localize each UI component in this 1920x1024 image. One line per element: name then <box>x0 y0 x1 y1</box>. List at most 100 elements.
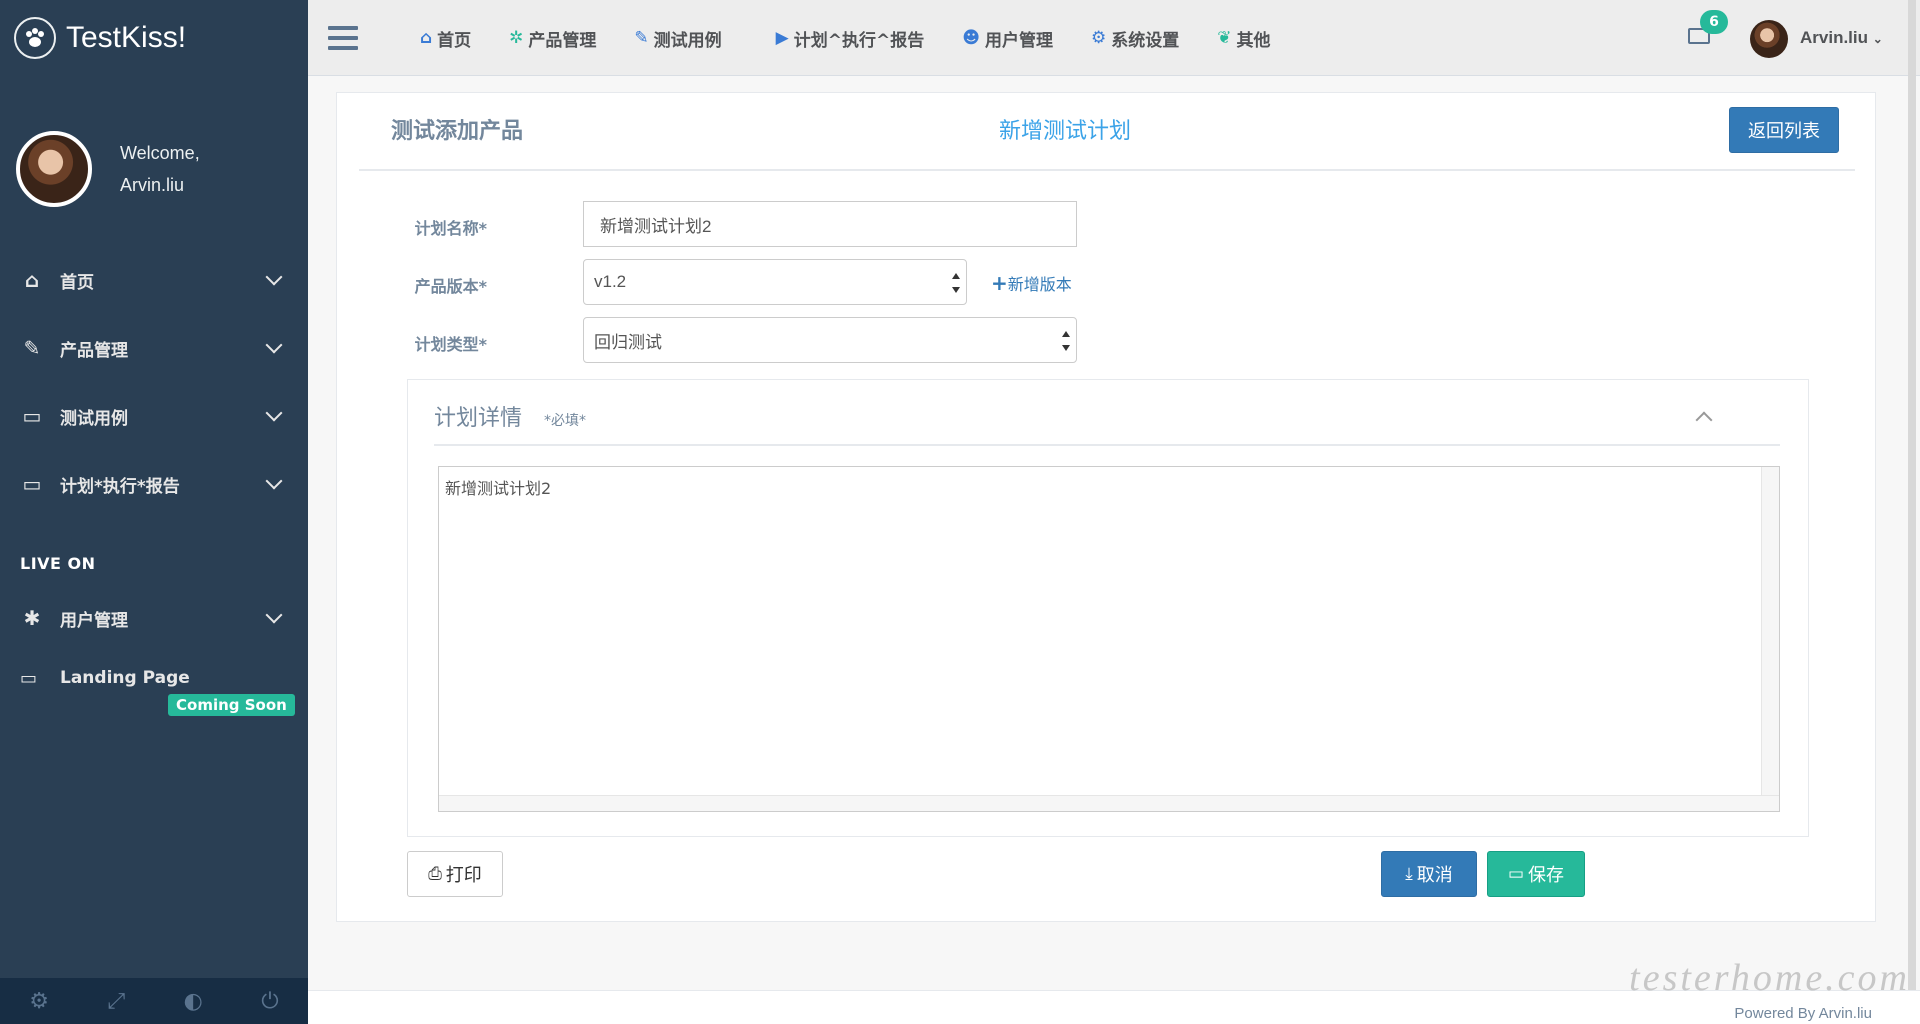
paw-icon <box>14 17 56 59</box>
chevron-down-icon <box>265 404 283 422</box>
eye-slash-icon[interactable]: ◐ <box>184 989 203 1014</box>
desktop-icon: ▭ <box>22 472 42 496</box>
sidebar-item-testcases[interactable]: ▭ 测试用例 <box>0 382 308 450</box>
panel-header: 测试添加产品 新增测试计划 返回列表 <box>359 93 1855 171</box>
gear-icon[interactable]: ⚙ <box>29 989 49 1014</box>
avatar <box>16 131 92 207</box>
plan-detail-header: 计划详情 *必填* <box>434 380 1780 446</box>
watermark: testerhome.com <box>1629 957 1910 999</box>
page-scrollbar[interactable] <box>1908 0 1916 990</box>
plan-type-select[interactable]: 回归测试 <box>583 317 1077 363</box>
plan-detail-editor[interactable]: 新增测试计划2 <box>438 466 1780 812</box>
select-arrows-icon <box>1062 331 1070 351</box>
plan-detail-box: 计划详情 *必填* 新增测试计划2 <box>407 379 1809 837</box>
laptop-icon: ▭ <box>20 668 38 689</box>
top-nav: ⌂ 首页 ✲ 产品管理 ✎ 测试用例 ▶ 计划^执行^报告 ☻ 用户管理 ⚙ 系统设置 ❦ 其… <box>308 0 1920 76</box>
chevron-down-icon <box>265 606 283 624</box>
nav-item-label: 系统设置 <box>1111 30 1180 51</box>
coming-soon-badge: Coming Soon <box>168 694 295 716</box>
menu-toggle-icon[interactable] <box>328 26 358 50</box>
plan-detail-content: 新增测试计划2 <box>445 479 552 498</box>
nav-item-label: 其他 <box>1236 30 1271 51</box>
chevron-up-icon[interactable] <box>1695 411 1713 429</box>
mail-count-badge: 6 <box>1700 10 1728 34</box>
desktop-icon: ▭ <box>22 404 42 428</box>
sidebar-item-landing[interactable]: ▭ Landing Page Coming Soon <box>0 652 308 742</box>
user-name: Arvin.liu <box>1800 28 1869 47</box>
plan-name-value: 新增测试计划2 <box>600 216 712 236</box>
select-arrows-icon <box>952 273 960 293</box>
nav-item-label: 测试用例 <box>653 30 722 51</box>
nav-item-product[interactable]: ✲ 产品管理 <box>509 26 596 51</box>
fullscreen-icon[interactable]: ⤢ <box>107 989 125 1014</box>
sidebar-item-label: 测试用例 <box>60 408 128 429</box>
content-panel: 测试添加产品 新增测试计划 返回列表 计划名称* 新增测试计划2 产品版本* v… <box>336 92 1876 922</box>
home-icon: ⌂ <box>420 28 433 48</box>
plan-name-label: 计划名称* <box>414 219 487 238</box>
cancel-button[interactable]: ⤓ 取消 <box>1381 851 1477 897</box>
nav-item-home[interactable]: ⌂ 首页 <box>420 26 471 51</box>
nav-item-settings[interactable]: ⚙ 系统设置 <box>1091 26 1179 51</box>
add-version-label: 新增版本 <box>1007 275 1072 294</box>
nav-item-other[interactable]: ❦ 其他 <box>1217 26 1270 51</box>
section-title: LIVE ON <box>20 554 96 573</box>
plan-type-label: 计划类型* <box>414 335 487 354</box>
sidebar-item-users[interactable]: ✱ 用户管理 <box>0 584 308 652</box>
edit-icon: ✎ <box>23 336 41 360</box>
chevron-down-icon: ⌄ <box>1872 32 1883 46</box>
brand[interactable]: TestKiss! <box>0 0 308 76</box>
nav-item-users[interactable]: ☻ 用户管理 <box>962 26 1053 51</box>
download-icon: ⤓ <box>1405 864 1413 884</box>
leaf-icon: ❦ <box>1217 28 1232 48</box>
sidebar-item-label: 产品管理 <box>60 340 128 361</box>
side-menu: ⌂ 首页 ✎ 产品管理 ▭ 测试用例 ▭ 计划*执行*报告 <box>0 246 308 518</box>
sidebar-item-plan[interactable]: ▭ 计划*执行*报告 <box>0 450 308 518</box>
power-icon[interactable]: ⏻ <box>261 989 278 1014</box>
print-label: 打印 <box>445 865 482 886</box>
user-menu[interactable]: Arvin.liu ⌄ <box>1800 28 1883 48</box>
nav-item-label: 产品管理 <box>528 30 597 51</box>
required-note: *必填* <box>544 413 586 429</box>
chevron-down-icon <box>265 472 283 490</box>
editor-horizontal-scrollbar[interactable] <box>439 795 1779 811</box>
plus-icon: + <box>991 271 1008 295</box>
edit-icon: ✎ <box>634 28 649 48</box>
form-title: 新增测试计划 <box>999 119 1132 144</box>
nav-item-label: 计划^执行^报告 <box>793 30 925 51</box>
version-select[interactable]: v1.2 <box>583 259 967 305</box>
sidebar-item-label: 首页 <box>60 272 94 293</box>
save-button[interactable]: ▭ 保存 <box>1487 851 1585 897</box>
plan-name-input[interactable]: 新增测试计划2 <box>583 201 1077 247</box>
add-version-link[interactable]: +新增版本 <box>991 271 1072 295</box>
home-icon: ⌂ <box>24 268 40 292</box>
cogs-icon: ⚙ <box>1090 28 1107 48</box>
version-label: 产品版本* <box>414 277 487 296</box>
brand-title: TestKiss! <box>66 21 187 54</box>
sidebar-item-label: 计划*执行*报告 <box>60 476 180 497</box>
sidebar-item-home[interactable]: ⌂ 首页 <box>0 246 308 314</box>
profile: Welcome, Arvin.liu <box>0 76 308 236</box>
plan-detail-title: 计划详情 <box>434 406 523 431</box>
print-button[interactable]: ⎙ 打印 <box>407 851 503 897</box>
profile-name: Arvin.liu <box>120 175 185 195</box>
chevron-down-icon <box>265 336 283 354</box>
footer-text: Powered By Arvin.liu <box>1734 1005 1872 1022</box>
credit-card-icon: ▭ <box>1507 864 1525 884</box>
editor-vertical-scrollbar[interactable] <box>1761 467 1779 811</box>
page-title: 测试添加产品 <box>391 119 524 144</box>
users-icon: ☻ <box>962 28 980 48</box>
sidebar-item-product[interactable]: ✎ 产品管理 <box>0 314 308 382</box>
play-circle-icon: ▶ <box>775 28 789 48</box>
cancel-label: 取消 <box>1416 865 1453 886</box>
sidebar: TestKiss! Welcome, Arvin.liu ⌂ 首页 ✎ 产品管理… <box>0 0 308 1024</box>
top-nav-menu: ⌂ 首页 ✲ 产品管理 ✎ 测试用例 ▶ 计划^执行^报告 ☻ 用户管理 ⚙ 系统设置 ❦ 其… <box>420 0 1308 76</box>
back-to-list-button[interactable]: 返回列表 <box>1729 107 1839 153</box>
user-avatar[interactable] <box>1750 20 1788 58</box>
gear-wheel-icon: ✲ <box>509 28 524 48</box>
sidebar-item-label: 用户管理 <box>60 610 128 631</box>
chevron-down-icon <box>265 268 283 286</box>
nav-item-testcases[interactable]: ✎ 测试用例 <box>634 26 721 51</box>
plan-type-value: 回归测试 <box>594 332 662 352</box>
nav-item-plan[interactable]: ▶ 计划^执行^报告 <box>776 26 925 51</box>
welcome-text: Welcome, <box>120 143 200 163</box>
